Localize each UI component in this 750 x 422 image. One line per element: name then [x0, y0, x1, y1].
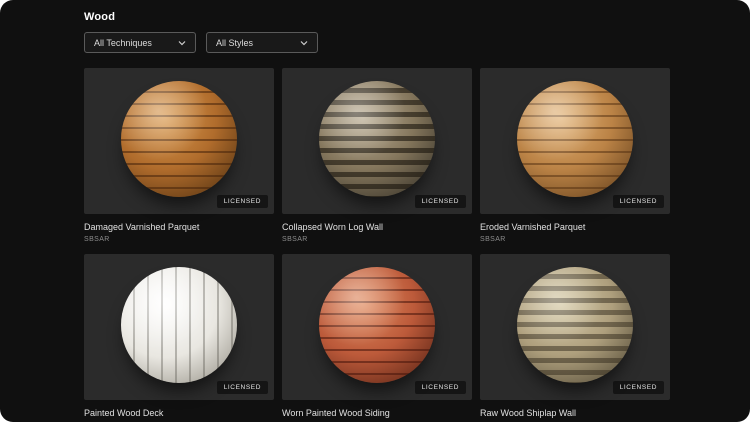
chevron-down-icon — [178, 39, 186, 47]
styles-dropdown[interactable]: All Styles — [206, 32, 318, 53]
material-thumbnail: LICENSED — [84, 68, 274, 214]
material-sphere-preview — [517, 267, 633, 383]
material-card[interactable]: LICENSED Raw Wood Shiplap Wall SBSAR — [480, 254, 670, 422]
material-card[interactable]: LICENSED Damaged Varnished Parquet SBSAR — [84, 68, 274, 243]
material-card[interactable]: LICENSED Collapsed Worn Log Wall SBSAR — [282, 68, 472, 243]
licensed-badge: LICENSED — [216, 195, 268, 208]
chevron-down-icon — [300, 39, 308, 47]
material-sphere-preview — [121, 81, 237, 197]
licensed-badge: LICENSED — [414, 195, 466, 208]
material-card[interactable]: LICENSED Painted Wood Deck SBSAR — [84, 254, 274, 422]
material-thumbnail: LICENSED — [480, 254, 670, 400]
material-sphere-preview — [517, 81, 633, 197]
material-card[interactable]: LICENSED Eroded Varnished Parquet SBSAR — [480, 68, 670, 243]
licensed-badge: LICENSED — [612, 381, 664, 394]
material-format: SBSAR — [84, 236, 110, 243]
material-title: Worn Painted Wood Siding — [282, 408, 390, 418]
page-title: Wood — [84, 11, 116, 23]
filter-bar: All Techniques All Styles — [84, 32, 670, 53]
licensed-badge: LICENSED — [414, 381, 466, 394]
techniques-dropdown[interactable]: All Techniques — [84, 32, 196, 53]
material-thumbnail: LICENSED — [282, 254, 472, 400]
material-format: SBSAR — [480, 236, 506, 243]
material-grid: LICENSED Damaged Varnished Parquet SBSAR… — [84, 68, 670, 422]
material-thumbnail: LICENSED — [480, 68, 670, 214]
asset-browser-panel: Wood All Techniques All Styles LICENSED — [0, 0, 750, 422]
material-title: Damaged Varnished Parquet — [84, 222, 200, 232]
material-title: Painted Wood Deck — [84, 408, 164, 418]
material-sphere-preview — [319, 267, 435, 383]
material-thumbnail: LICENSED — [282, 68, 472, 214]
material-format: SBSAR — [282, 236, 308, 243]
material-sphere-preview — [319, 81, 435, 197]
licensed-badge: LICENSED — [612, 195, 664, 208]
material-card[interactable]: LICENSED Worn Painted Wood Siding SBSAR — [282, 254, 472, 422]
material-thumbnail: LICENSED — [84, 254, 274, 400]
licensed-badge: LICENSED — [216, 381, 268, 394]
techniques-dropdown-label: All Techniques — [94, 37, 152, 48]
material-title: Raw Wood Shiplap Wall — [480, 408, 577, 418]
material-title: Eroded Varnished Parquet — [480, 222, 586, 232]
material-sphere-preview — [121, 267, 237, 383]
styles-dropdown-label: All Styles — [216, 37, 254, 48]
material-title: Collapsed Worn Log Wall — [282, 222, 384, 232]
